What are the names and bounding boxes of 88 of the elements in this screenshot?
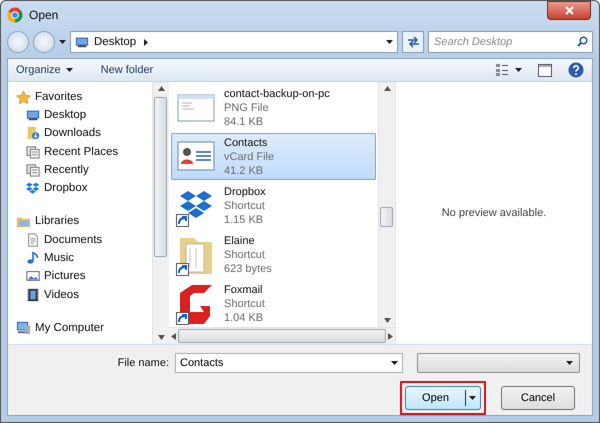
sidebar-item[interactable]: Dropbox	[16, 179, 152, 198]
sidebar-item[interactable]: Recently	[16, 160, 152, 180]
scroll-up-arrow-icon[interactable]	[384, 86, 390, 91]
scroll-thumb[interactable]	[380, 207, 393, 227]
scroll-up-arrow-icon[interactable]	[158, 86, 164, 91]
file-size: 623 bytes	[224, 262, 272, 276]
view-options-icon[interactable]	[495, 63, 509, 77]
dropbox-icon	[26, 181, 40, 196]
documents-icon	[26, 232, 40, 247]
file-item[interactable]: Contacts vCard File 41.2 KB	[171, 133, 376, 180]
address-bar[interactable]: Desktop	[70, 31, 398, 53]
sidebar-item[interactable]: Videos	[16, 285, 152, 304]
computer-icon	[16, 320, 31, 336]
window-title: Open	[29, 8, 60, 22]
file-size: 84.1 KB	[224, 114, 264, 128]
scroll-left-arrow-icon[interactable]	[171, 332, 176, 340]
scroll-down-arrow-icon[interactable]	[384, 318, 390, 323]
videos-icon	[26, 288, 40, 302]
file-size: 1.04 KB	[224, 310, 264, 324]
sidebar-item[interactable]: Recent Places	[16, 142, 152, 161]
dropdown-caret-icon	[469, 396, 476, 400]
refresh-arrows-icon	[406, 36, 420, 48]
sidebar-scrollbar[interactable]	[152, 82, 169, 344]
desktop-icon	[75, 35, 89, 49]
file-type: vCard File	[224, 150, 274, 164]
preview-message: No preview available.	[442, 207, 546, 219]
shortcut-arrow-icon	[176, 262, 189, 276]
file-size: 41.2 KB	[224, 164, 264, 178]
downloads-icon	[26, 126, 40, 140]
sidebar-item[interactable]: Downloads	[16, 124, 152, 143]
breadcrumb-arrow-icon	[144, 38, 148, 46]
file-type: Shortcut	[224, 198, 266, 212]
sidebar-group[interactable]: My Computer	[16, 318, 152, 337]
dropdown-caret-icon	[66, 68, 73, 72]
sidebar-group[interactable]: Favorites	[16, 88, 152, 106]
file-item[interactable]: contact-backup-on-pc PNG File 84.1 KB	[171, 84, 376, 131]
file-name-label: File name:	[118, 357, 169, 369]
open-button[interactable]: Open	[405, 386, 481, 410]
sidebar-item[interactable]: Documents	[16, 230, 152, 249]
close-icon	[564, 6, 574, 15]
file-name: contact-backup-on-pc	[224, 86, 330, 100]
new-folder-button[interactable]: New folder	[100, 64, 154, 76]
file-type: PNG File	[224, 100, 270, 114]
sidebar-item[interactable]: Pictures	[16, 267, 152, 286]
sidebar-item[interactable]: Music	[16, 248, 152, 268]
file-item[interactable]: Foxmail Shortcut 1.04 KB	[171, 280, 376, 327]
music-icon	[26, 250, 40, 265]
file-type: Shortcut	[224, 248, 266, 262]
preview-pane-icon[interactable]	[538, 64, 552, 76]
shortcut-arrow-icon	[176, 214, 189, 226]
app-logo-icon	[7, 7, 23, 23]
file-name-field[interactable]: Contacts	[175, 353, 403, 373]
file-item[interactable]: Dropbox Shortcut 1.15 KB	[171, 182, 376, 229]
location-text: Desktop	[94, 36, 136, 48]
shortcut-arrow-icon	[176, 312, 189, 324]
search-icon	[577, 36, 588, 47]
sidebar-item[interactable]: Desktop	[16, 106, 152, 124]
refresh-button[interactable]	[402, 31, 424, 53]
file-name: Foxmail	[224, 282, 264, 296]
file-size: 1.15 KB	[224, 212, 264, 226]
recent-icon	[26, 163, 40, 178]
close-button[interactable]	[547, 1, 591, 20]
recent-icon	[26, 144, 40, 159]
search-field[interactable]: Search Desktop	[428, 31, 593, 53]
cancel-button[interactable]: Cancel	[501, 386, 575, 410]
horizontal-scrollbar[interactable]	[169, 327, 395, 344]
file-type-dropdown[interactable]	[417, 353, 580, 373]
file-name: Dropbox	[224, 184, 266, 198]
scroll-thumb[interactable]	[154, 97, 167, 257]
view-caret-icon	[515, 68, 522, 72]
file-type: Shortcut	[224, 296, 265, 310]
star-icon	[16, 90, 31, 104]
file-name: Contacts	[224, 136, 268, 150]
sidebar-group[interactable]: Libraries	[16, 212, 152, 230]
scroll-thumb[interactable]	[178, 329, 386, 343]
help-icon[interactable]	[568, 62, 584, 78]
file-item[interactable]: Elaine Shortcut 623 bytes	[171, 231, 376, 278]
scroll-right-arrow-icon[interactable]	[388, 332, 393, 340]
dropdown-caret-icon	[391, 361, 398, 365]
file-name: Elaine	[224, 234, 256, 248]
dropdown-caret-icon	[386, 40, 393, 44]
organize-menu[interactable]: Organize	[16, 64, 73, 76]
pictures-icon	[26, 269, 40, 284]
dropdown-caret-icon	[566, 361, 573, 365]
desktop-icon	[26, 108, 40, 122]
history-caret-icon	[59, 40, 66, 44]
file-list-scrollbar[interactable]	[378, 82, 395, 327]
scroll-down-arrow-icon[interactable]	[158, 335, 164, 340]
